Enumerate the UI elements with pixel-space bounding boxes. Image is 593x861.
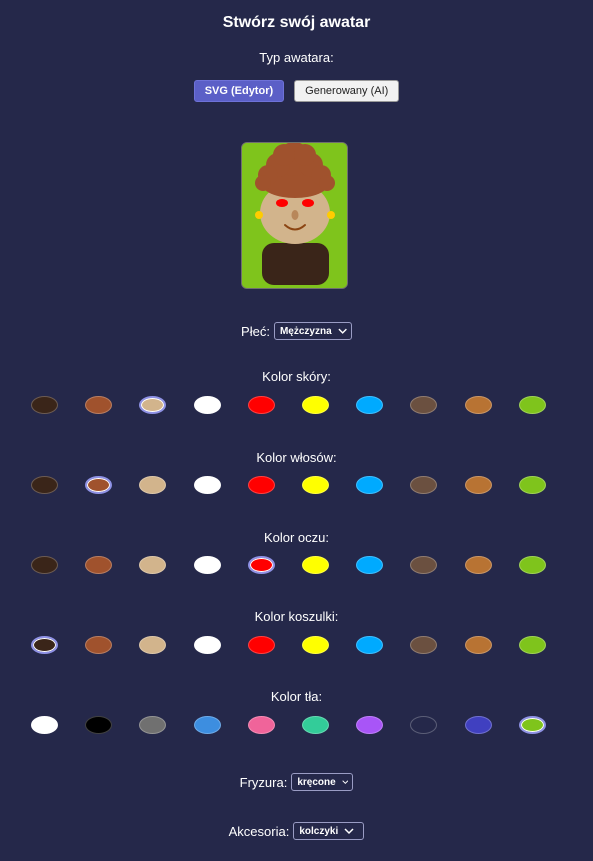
color-swatch[interactable] [31, 396, 58, 414]
avatar-right-eye [302, 199, 314, 207]
color-swatch[interactable] [31, 476, 58, 494]
color-swatch[interactable] [139, 556, 166, 574]
gender-label: Płeć: [241, 323, 270, 339]
chevron-down-icon [344, 828, 354, 835]
color-swatch[interactable] [519, 396, 546, 414]
accessories-row: Akcesoria: kolczyki [0, 822, 593, 840]
color-swatch[interactable] [85, 396, 112, 414]
avatar-svg [242, 143, 347, 288]
color-swatch[interactable] [85, 476, 112, 494]
hairstyle-select-value: kręcone [297, 776, 336, 788]
color-swatch[interactable] [302, 396, 329, 414]
color-swatch[interactable] [465, 476, 492, 494]
color-swatch[interactable] [410, 476, 437, 494]
color-swatch[interactable] [465, 396, 492, 414]
color-swatch[interactable] [194, 476, 221, 494]
color-swatch[interactable] [519, 556, 546, 574]
color-swatch[interactable] [410, 556, 437, 574]
color-swatch[interactable] [31, 636, 58, 654]
color-swatch[interactable] [31, 556, 58, 574]
avatar-right-earring [327, 211, 335, 219]
color-swatch[interactable] [356, 636, 383, 654]
color-swatch[interactable] [519, 476, 546, 494]
skin-color-label: Kolor skóry: [262, 369, 331, 384]
color-swatch[interactable] [302, 636, 329, 654]
page-title: Stwórz swój awatar [222, 14, 371, 31]
color-swatch[interactable] [465, 716, 492, 734]
color-swatch[interactable] [356, 556, 383, 574]
color-swatch[interactable] [85, 556, 112, 574]
color-swatch[interactable] [31, 716, 58, 734]
gender-select[interactable]: Mężczyzna [273, 322, 352, 340]
color-swatch[interactable] [194, 716, 221, 734]
shirt-color-swatches [31, 636, 546, 656]
color-swatch[interactable] [248, 396, 275, 414]
skin-color-swatches [31, 396, 546, 416]
color-swatch[interactable] [519, 636, 546, 654]
color-swatch[interactable] [519, 716, 546, 734]
color-swatch[interactable] [302, 556, 329, 574]
avatar-left-earring [255, 211, 263, 219]
color-swatch[interactable] [139, 716, 166, 734]
color-swatch[interactable] [248, 716, 275, 734]
color-swatch[interactable] [139, 636, 166, 654]
avatar-left-eye [276, 199, 288, 207]
color-swatch[interactable] [410, 636, 437, 654]
color-swatch[interactable] [356, 396, 383, 414]
background-color-label: Kolor tła: [270, 689, 323, 704]
accessories-select-value: kolczyki [299, 825, 339, 837]
color-swatch[interactable] [356, 476, 383, 494]
color-swatch[interactable] [302, 476, 329, 494]
color-swatch[interactable] [356, 716, 383, 734]
eye-color-swatches [31, 556, 546, 576]
background-color-swatches [31, 716, 546, 736]
accessories-label: Akcesoria: [228, 823, 290, 839]
avatar-type-switch: SVG (Edytor) Generowany (AI) [0, 80, 593, 102]
color-swatch[interactable] [194, 396, 221, 414]
gender-select-value: Mężczyzna [279, 325, 332, 337]
color-swatch[interactable] [248, 556, 275, 574]
accessories-select[interactable]: kolczyki [293, 822, 365, 840]
color-swatch[interactable] [139, 476, 166, 494]
avatar-nose [291, 210, 299, 220]
gender-row: Płeć: Mężczyzna [0, 322, 593, 340]
hair-color-swatches [31, 476, 546, 496]
ai-generated-button[interactable]: Generowany (AI) [294, 80, 400, 102]
hair-color-label: Kolor włosów: [256, 450, 337, 465]
color-swatch[interactable] [248, 476, 275, 494]
avatar-type-label: Typ awatara: [259, 50, 334, 65]
hairstyle-select[interactable]: kręcone [291, 773, 354, 791]
avatar-shirt [262, 243, 329, 285]
color-swatch[interactable] [410, 396, 437, 414]
eye-color-label: Kolor oczu: [263, 530, 330, 545]
shirt-color-label: Kolor koszulki: [254, 609, 339, 624]
color-swatch[interactable] [465, 636, 492, 654]
avatar-preview [241, 142, 348, 289]
svg-editor-button[interactable]: SVG (Edytor) [193, 80, 285, 102]
color-swatch[interactable] [85, 636, 112, 654]
hairstyle-row: Fryzura: kręcone [0, 773, 593, 791]
color-swatch[interactable] [85, 716, 112, 734]
color-swatch[interactable] [194, 556, 221, 574]
color-swatch[interactable] [194, 636, 221, 654]
color-swatch[interactable] [410, 716, 437, 734]
color-swatch[interactable] [139, 396, 166, 414]
color-swatch[interactable] [465, 556, 492, 574]
color-swatch[interactable] [248, 636, 275, 654]
chevron-down-icon [341, 780, 349, 785]
hairstyle-label: Fryzura: [239, 774, 288, 790]
chevron-down-icon [338, 328, 347, 334]
color-swatch[interactable] [302, 716, 329, 734]
